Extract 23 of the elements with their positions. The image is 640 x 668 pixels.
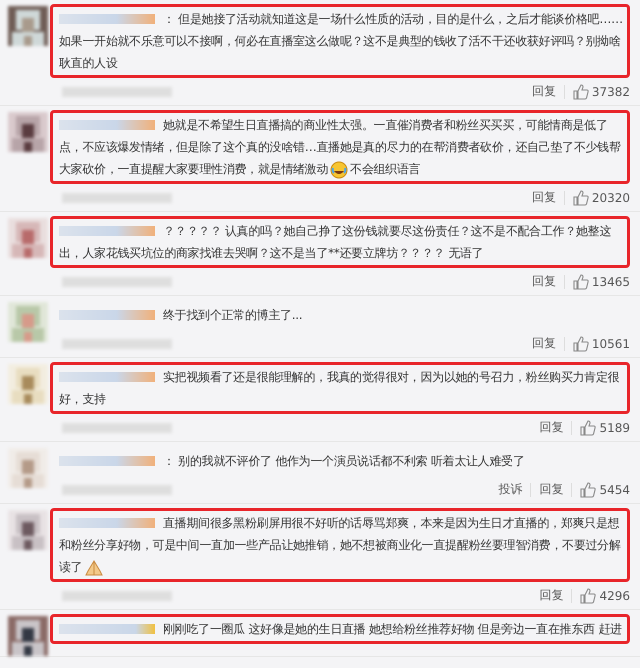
like-button[interactable]: 10561 bbox=[572, 336, 630, 352]
like-button[interactable]: 37382 bbox=[572, 84, 630, 100]
action-link[interactable]: 回复 bbox=[539, 419, 564, 436]
like-button[interactable]: 5189 bbox=[580, 420, 630, 436]
like-button[interactable]: 5454 bbox=[580, 482, 630, 498]
thumbs-up-icon bbox=[572, 84, 589, 100]
like-button[interactable]: 4296 bbox=[580, 588, 630, 604]
action-link[interactable]: 回复 bbox=[532, 273, 556, 290]
action-link[interactable]: 投诉 bbox=[498, 481, 522, 498]
action-link[interactable]: 回复 bbox=[539, 481, 564, 498]
thumbs-up-icon bbox=[572, 274, 589, 290]
crying-laughing-emoji-icon bbox=[330, 160, 348, 179]
thumbs-up-icon bbox=[580, 588, 596, 604]
thumbs-up-icon bbox=[580, 482, 596, 498]
thumbs-up-icon bbox=[580, 420, 596, 436]
action-link[interactable]: 回复 bbox=[532, 189, 556, 206]
action-link[interactable]: 回复 bbox=[532, 335, 556, 352]
action-link[interactable]: 回复 bbox=[532, 83, 556, 100]
thumbs-up-icon bbox=[572, 336, 589, 352]
like-button[interactable]: 20320 bbox=[572, 190, 630, 206]
thumbs-up-icon bbox=[572, 190, 589, 206]
action-link[interactable]: 回复 bbox=[539, 587, 564, 604]
like-button[interactable]: 13465 bbox=[572, 274, 630, 290]
